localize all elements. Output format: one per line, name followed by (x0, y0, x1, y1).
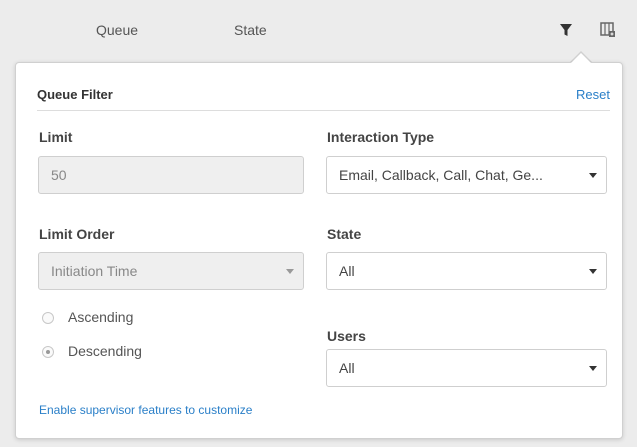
users-label: Users (327, 328, 366, 344)
chevron-down-icon (589, 269, 597, 274)
state-label: State (327, 226, 362, 242)
interaction-type-select[interactable]: Email, Callback, Call, Chat, Ge... (326, 156, 607, 194)
radio-selected-dot (46, 350, 50, 354)
limit-order-select[interactable]: Initiation Time (38, 252, 304, 290)
chevron-down-icon (589, 173, 597, 178)
enable-supervisor-link[interactable]: Enable supervisor features to customize (39, 403, 252, 417)
filter-icon[interactable] (559, 22, 573, 38)
state-select[interactable]: All (326, 252, 607, 290)
limit-order-label: Limit Order (39, 226, 115, 242)
radio-label-ascending: Ascending (68, 309, 134, 325)
radio-label-descending: Descending (68, 343, 142, 359)
chevron-down-icon (589, 366, 597, 371)
state-value: All (339, 263, 355, 279)
reset-link[interactable]: Reset (576, 87, 610, 102)
column-chooser-icon[interactable] (600, 22, 616, 38)
grid-header: Queue State (0, 0, 637, 62)
divider (37, 110, 610, 111)
users-select[interactable]: All (326, 349, 607, 387)
users-value: All (339, 360, 355, 376)
limit-order-value: Initiation Time (51, 263, 138, 279)
popover-caret (571, 53, 591, 63)
limit-label: Limit (39, 129, 73, 145)
column-header-state[interactable]: State (234, 22, 267, 38)
column-header-queue[interactable]: Queue (96, 22, 138, 38)
queue-filter-panel: Queue Filter Reset Limit 50 Interaction … (15, 62, 623, 439)
panel-title: Queue Filter (37, 87, 113, 102)
chevron-down-icon (286, 269, 294, 274)
limit-input[interactable]: 50 (38, 156, 304, 194)
interaction-type-label: Interaction Type (327, 129, 435, 145)
radio-button[interactable] (42, 346, 54, 358)
interaction-type-value: Email, Callback, Call, Chat, Ge... (339, 167, 543, 183)
limit-value: 50 (51, 167, 67, 183)
radio-button[interactable] (42, 312, 54, 324)
